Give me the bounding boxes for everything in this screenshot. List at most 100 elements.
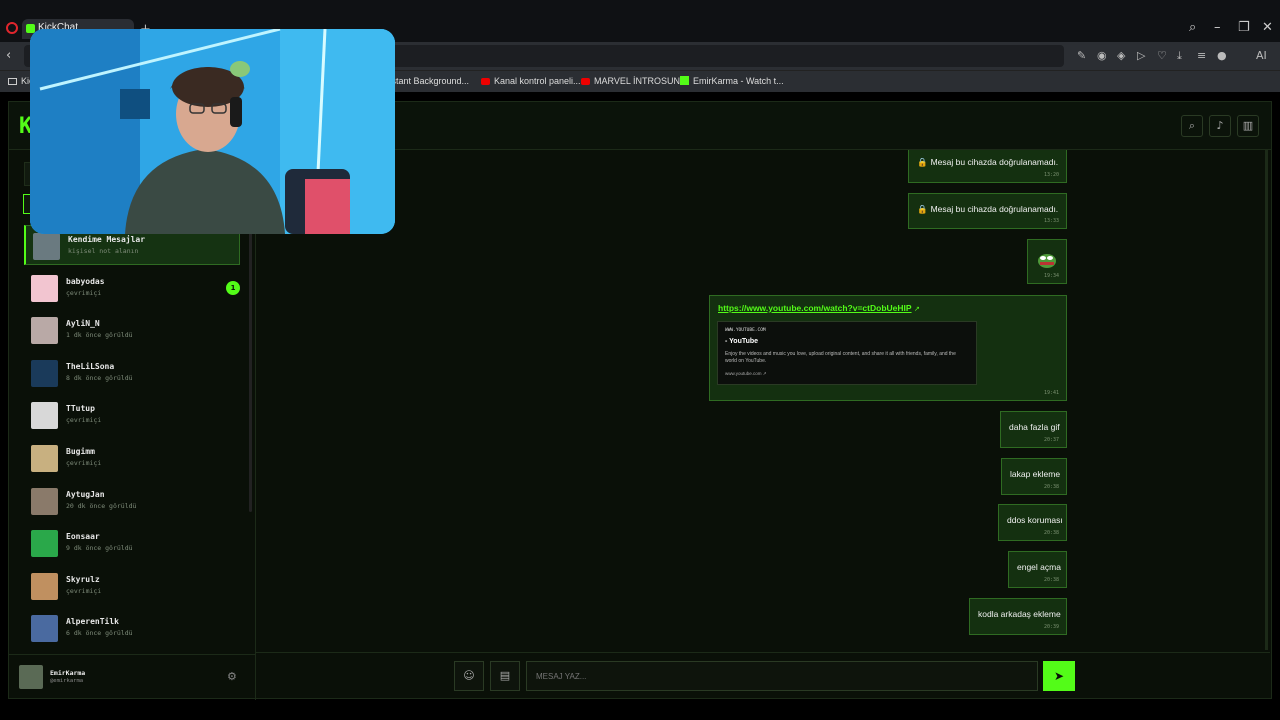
send-icon: ➤	[1053, 669, 1065, 683]
ai-button[interactable]: AI	[1256, 49, 1267, 62]
contact-name: TTutup	[66, 404, 95, 414]
current-user-bar: EmirKarma @emirkarma ⚙	[9, 654, 255, 700]
avatar	[31, 445, 58, 472]
bookmark-item[interactable]: Instant Background...	[384, 76, 469, 86]
bell-icon[interactable]: ♪	[1209, 115, 1231, 137]
avatar	[31, 615, 58, 643]
search-tabs-icon[interactable]: ⌕	[1189, 20, 1196, 35]
sidebar-scrollbar[interactable]	[249, 212, 252, 512]
avatar	[33, 233, 60, 260]
search-icon[interactable]: ⌕	[1181, 115, 1203, 137]
message-time: 20:39	[1043, 624, 1059, 630]
message-bubble: lakap ekleme 20:38	[1001, 458, 1067, 495]
heart-icon[interactable]: ♡	[1157, 49, 1167, 62]
message-bubble: ddos koruması 20:38	[998, 504, 1067, 541]
bookmark-label: MARVEL İNTROSUN...	[594, 76, 688, 86]
contact-item[interactable]: AyliN_N 1 dk önce görüldü	[24, 310, 240, 350]
avatar	[31, 317, 58, 345]
message-text: kodla arkadaş ekleme	[978, 609, 1061, 619]
unread-badge: 1	[226, 280, 240, 295]
contact-item[interactable]: Bugimm çevrimiçi	[24, 438, 240, 478]
message-time: 19:34	[1043, 273, 1059, 279]
preview-description: Enjoy the videos and music you love, upl…	[725, 351, 956, 364]
contact-status: 6 dk önce görüldü	[66, 629, 133, 638]
message-bubble: 🔒 Mesaj bu cihazda doğrulanamadı. 13:20	[908, 150, 1067, 183]
external-link-icon[interactable]: ↗	[914, 306, 920, 313]
message-time: 13:20	[1043, 172, 1059, 178]
message-bubble: kodla arkadaş ekleme 20:39	[969, 598, 1067, 635]
contact-status: çevrimiçi	[66, 586, 102, 595]
play-icon[interactable]: ▷	[1137, 49, 1145, 62]
current-user-name: EmirKarma	[50, 669, 86, 677]
preview-footer: www.youtube.com ↗	[725, 371, 767, 377]
message-composer: ☺ ▤ ➤	[256, 652, 1270, 700]
message-bubble: 🔒 Mesaj bu cihazda doğrulanamadı. 13:33	[908, 193, 1067, 229]
message-link[interactable]: https://www.youtube.com/watch?v=ctDobUeH…	[718, 303, 912, 313]
current-user-handle: @emirkarma	[50, 678, 84, 684]
contact-item[interactable]: AlperenTilk 6 dk önce görüldü	[24, 608, 240, 648]
avatar	[31, 487, 58, 515]
contact-name: Kendime Mesajlar	[68, 235, 146, 244]
contact-item[interactable]: TheLiLSona 8 dk önce görüldü	[24, 353, 240, 393]
message-time: 13:33	[1043, 218, 1059, 224]
contact-item[interactable]: TTutup çevrimiçi	[24, 395, 240, 435]
lock-icon: 🔒	[917, 157, 928, 167]
message-text: lakap ekleme	[1010, 469, 1061, 479]
message-scrollbar[interactable]	[1265, 150, 1268, 650]
contact-item[interactable]: Eonsaar 9 dk önce görüldü	[24, 523, 240, 563]
webcam-overlay	[30, 29, 395, 234]
message-text: daha fazla gif	[1009, 422, 1060, 432]
contact-status: çevrimiçi	[66, 416, 102, 425]
gear-icon[interactable]: ⚙	[227, 670, 237, 683]
message-text: engel açma	[1017, 562, 1061, 572]
kick-icon	[680, 76, 689, 85]
emoji-icon[interactable]: ☺	[454, 661, 484, 691]
attach-file-icon[interactable]: ▤	[490, 661, 520, 691]
close-window-icon[interactable]: ✕	[1262, 20, 1273, 35]
webcam-feed-image	[30, 29, 395, 234]
bookmark-item[interactable]: Kanal kontrol paneli...	[481, 76, 581, 86]
bookmark-label: Kanal kontrol paneli...	[494, 76, 581, 86]
contact-status: çevrimiçi	[66, 288, 102, 297]
contact-status: 9 dk önce görüldü	[66, 544, 133, 553]
folder-icon	[8, 78, 17, 85]
preview-footer-text: www.youtube.com	[725, 371, 762, 376]
trash-icon[interactable]: ▥	[1237, 115, 1259, 137]
bookmark-label: Instant Background...	[384, 76, 470, 86]
contact-name: AlperenTilk	[66, 617, 119, 627]
edit-icon[interactable]: ✎	[1077, 49, 1086, 62]
contact-item[interactable]: babyodas çevrimiçi 1	[24, 268, 240, 308]
pepe-sticker-icon[interactable]	[1036, 250, 1058, 270]
profile-icon[interactable]: ●	[1217, 49, 1227, 62]
send-button[interactable]: ➤	[1043, 661, 1075, 691]
avatar	[31, 359, 58, 387]
contact-name: Skyrulz	[66, 574, 100, 584]
restore-icon[interactable]: ❐	[1238, 20, 1250, 35]
message-text: ddos koruması	[1007, 515, 1063, 525]
avatar[interactable]	[19, 665, 43, 689]
contact-item[interactable]: Skyrulz çevrimiçi	[24, 566, 240, 606]
contact-name: Bugimm	[66, 447, 95, 456]
bookmark-item[interactable]: MARVEL İNTROSUN...	[581, 76, 688, 86]
opera-logo-icon[interactable]	[6, 22, 18, 34]
minimize-icon[interactable]: –	[1214, 20, 1221, 35]
message-bubble: daha fazla gif 20:37	[1000, 411, 1067, 448]
message-time: 19:41	[1043, 390, 1059, 396]
shield-icon[interactable]: ◈	[1117, 49, 1125, 62]
contact-item[interactable]: AytugJan 20 dk önce görüldü	[24, 481, 240, 521]
message-input[interactable]	[526, 661, 1038, 691]
back-icon[interactable]: ‹	[6, 48, 11, 63]
link-preview-card[interactable]: WWW.YOUTUBE.COM - YouTube Enjoy the vide…	[717, 321, 977, 385]
message-text: Mesaj bu cihazda doğrulanamadı.	[930, 157, 1059, 167]
contact-status: kişisel not alanın	[68, 247, 139, 255]
bookmark-item[interactable]: EmirKarma - Watch t...	[680, 76, 784, 86]
menu-icon[interactable]: ≡	[1197, 49, 1206, 62]
download-icon[interactable]: ⤓	[1177, 49, 1182, 63]
preview-domain: WWW.YOUTUBE.COM	[725, 328, 766, 333]
youtube-icon	[581, 78, 590, 85]
message-bubble: engel açma 20:38	[1008, 551, 1067, 588]
camera-icon[interactable]: ◉	[1097, 49, 1107, 62]
contact-status: çevrimiçi	[66, 459, 102, 467]
message-pane: 🔒 Mesaj bu cihazda doğrulanamadı. 13:20 🔒…	[256, 150, 1270, 650]
avatar	[31, 572, 58, 600]
